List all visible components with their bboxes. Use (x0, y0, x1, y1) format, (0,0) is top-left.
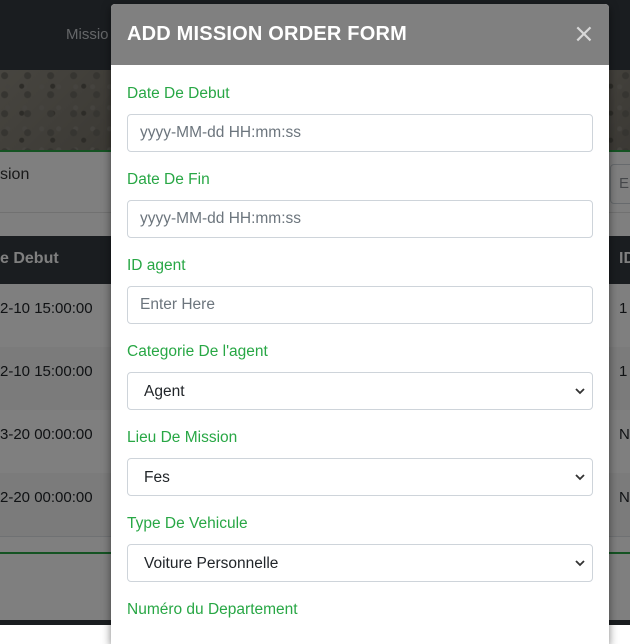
lieu-mission-label: Lieu De Mission (127, 429, 238, 446)
chevron-down-icon (575, 474, 585, 481)
date-debut-input[interactable] (127, 114, 593, 152)
add-mission-order-modal: ADD MISSION ORDER FORM × Date De Debut D… (111, 4, 609, 644)
chevron-down-icon (575, 560, 585, 567)
type-vehicule-selected-value: Voiture Personnelle (144, 555, 279, 572)
categorie-select[interactable]: Agent (127, 372, 593, 410)
close-icon: × (573, 19, 595, 49)
close-button[interactable]: × (573, 19, 595, 49)
lieu-mission-select[interactable]: Fes (127, 458, 593, 496)
type-vehicule-label: Type De Vehicule (127, 515, 248, 532)
date-fin-input[interactable] (127, 200, 593, 238)
departement-label: Numéro du Departement (127, 601, 298, 618)
date-debut-label: Date De Debut (127, 85, 230, 102)
categorie-label: Categorie De l'agent (127, 343, 268, 360)
id-agent-label: ID agent (127, 257, 186, 274)
chevron-down-icon (575, 388, 585, 395)
lieu-mission-selected-value: Fes (144, 469, 170, 486)
categorie-selected-value: Agent (144, 383, 185, 400)
modal-header: ADD MISSION ORDER FORM × (111, 4, 609, 65)
id-agent-input[interactable] (127, 286, 593, 324)
date-fin-label: Date De Fin (127, 171, 210, 188)
type-vehicule-select[interactable]: Voiture Personnelle (127, 544, 593, 582)
modal-title: ADD MISSION ORDER FORM (127, 23, 407, 45)
